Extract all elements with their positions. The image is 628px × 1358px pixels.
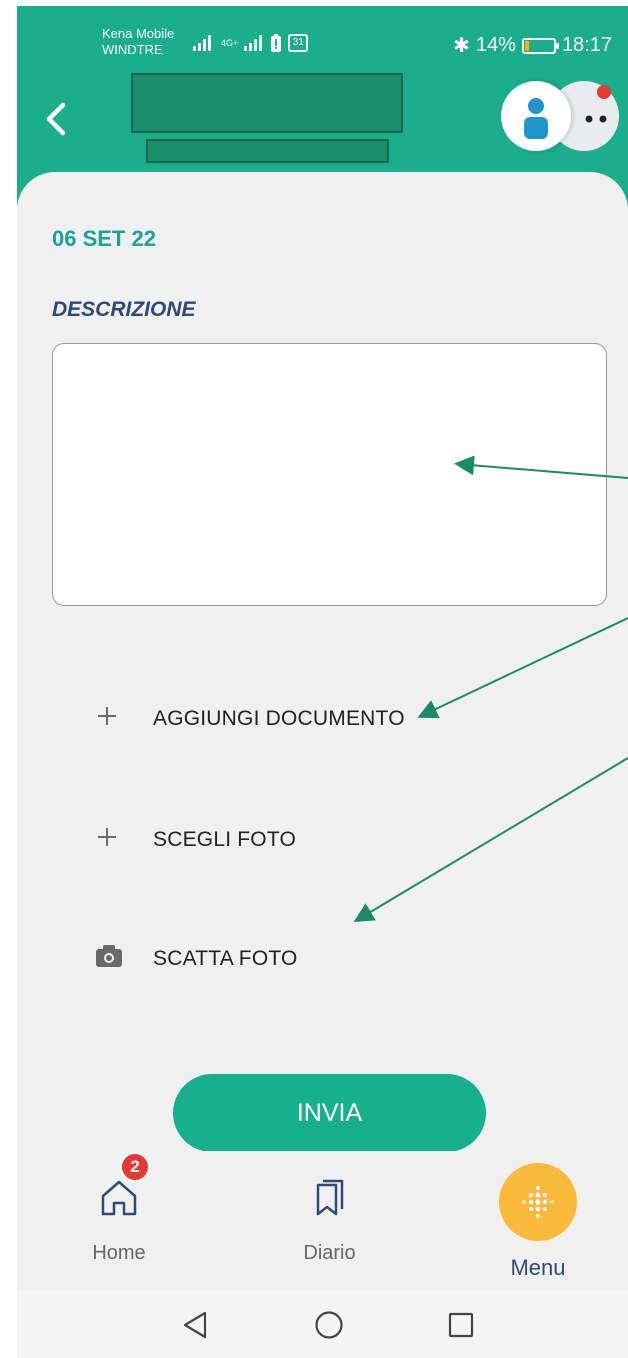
bottom-nav: Home Diario Menu [17,1151,628,1291]
recents-square-icon[interactable] [447,1311,475,1339]
clock: 18:17 [561,34,612,56]
notification-badge: 2 [120,1152,150,1182]
nav-label-menu: Menu [510,1255,566,1280]
content-card [17,172,628,1172]
chevron-left-icon[interactable] [43,99,67,139]
add-document-button[interactable]: AGGIUNGI DOCUMENTO [95,703,405,735]
nav-label-home: Home [92,1242,146,1264]
notification-dot [597,85,611,99]
add-document-label: AGGIUNGI DOCUMENTO [153,707,405,730]
date-label: 06 SET 22 [52,226,156,251]
home-circle-icon[interactable] [314,1310,344,1340]
description-label: DESCRIZIONE [52,298,196,321]
bluetooth-icon: ✱ [453,35,470,57]
signal-icon [193,35,211,51]
choose-photo-label: SCEGLI FOTO [153,828,297,851]
bookmark-icon [316,1179,343,1216]
take-photo-button[interactable]: SCATTA FOTO [95,943,298,975]
app-screen: Kena Mobile WINDTRE 4G+ 31 ✱ 14% 18:17 0… [17,6,628,1358]
menu-button[interactable] [499,1163,577,1241]
send-button[interactable]: INVIA [173,1074,486,1152]
user-icon [524,98,548,139]
calendar-icon: 31 [288,34,309,52]
battery-percent: 14% [475,34,516,56]
status-icons: 4G+ 31 [193,34,309,52]
description-textarea[interactable] [52,343,607,606]
system-nav-bar [17,1290,628,1358]
nav-label-diario: Diario [303,1242,356,1264]
plus-icon [95,703,135,735]
nav-item-home[interactable]: Home [79,1177,159,1265]
carrier-name-1: Kena Mobile [102,26,175,41]
nav-item-menu[interactable]: Menu [497,1163,579,1281]
camera-icon [95,943,135,975]
redacted-subtitle [146,139,389,163]
plus-icon [95,824,135,856]
nav-item-diario[interactable]: Diario [287,1177,372,1265]
network-type-label: 4G+ [221,38,239,48]
status-right: ✱ 14% 18:17 [453,33,612,58]
avatar-button[interactable] [501,81,619,155]
signal-icon-2 [244,35,263,51]
battery-level [524,40,529,51]
choose-photo-button[interactable]: SCEGLI FOTO [95,824,296,856]
carrier-info: Kena Mobile WINDTRE [102,26,174,58]
back-triangle-icon[interactable] [181,1310,209,1340]
battery-alert-icon [271,34,282,52]
menu-dots-icon [522,1186,554,1218]
carrier-name-2: WINDTRE [102,42,163,57]
take-photo-label: SCATTA FOTO [153,947,298,970]
home-icon [101,1180,137,1216]
battery-icon [521,37,559,54]
avatar[interactable] [501,81,571,151]
redacted-title [131,73,403,133]
